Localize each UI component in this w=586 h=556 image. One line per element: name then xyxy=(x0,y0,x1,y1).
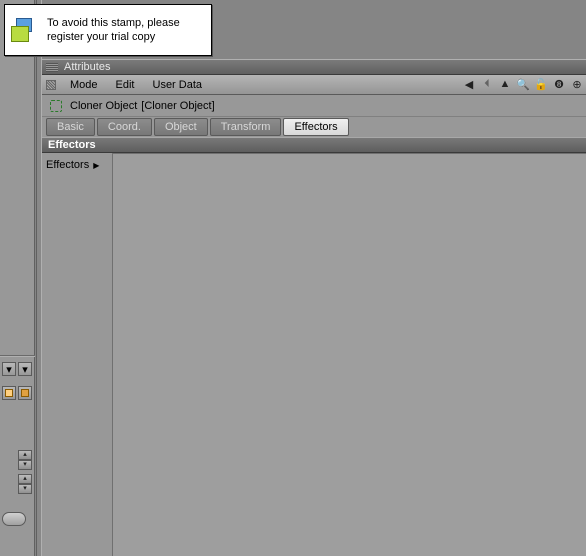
grip-icon xyxy=(46,63,58,72)
sidebar-tool-row-2 xyxy=(2,386,32,400)
left-sidebar: ▾ ▾ ▴▾ ▴▾ xyxy=(0,0,35,556)
panel-toolbar: ◀ ⏴ ▲ 🔍 🔓 ❽ ⊕ xyxy=(462,77,584,91)
tooltip-line1: To avoid this stamp, please xyxy=(47,16,180,30)
label-column: Effectors ▶ xyxy=(42,153,112,556)
sidebar-tool-4[interactable] xyxy=(18,386,32,400)
object-name: [Cloner Object] xyxy=(141,100,214,112)
field-label-text: Effectors xyxy=(46,159,89,171)
nav-back-icon[interactable]: ◀ xyxy=(462,77,476,91)
effectors-drop-area[interactable] xyxy=(112,153,586,556)
stamp-icon xyxy=(11,16,39,44)
tab-coord[interactable]: Coord. xyxy=(97,118,152,136)
sidebar-tool-row-1: ▾ ▾ xyxy=(2,362,32,376)
tab-effectors[interactable]: Effectors xyxy=(283,118,348,136)
tooltip-line2: register your trial copy xyxy=(47,30,180,44)
menu-mode[interactable]: Mode xyxy=(62,77,106,93)
tooltip-text: To avoid this stamp, please register you… xyxy=(47,16,180,44)
field-effectors-label: Effectors ▶ xyxy=(46,159,108,171)
spinner-2[interactable]: ▴▾ xyxy=(18,474,32,494)
tabs-row: Basic Coord. Object Transform Effectors xyxy=(42,117,586,137)
lock-icon[interactable]: 🔓 xyxy=(534,77,548,91)
panel-title: Attributes xyxy=(64,61,110,73)
menu-edit[interactable]: Edit xyxy=(108,77,143,93)
object-header: Cloner Object [Cloner Object] xyxy=(42,95,586,117)
menubar-grip-icon xyxy=(46,80,56,90)
history-icon[interactable]: ❽ xyxy=(552,77,566,91)
sidebar-tool-2[interactable]: ▾ xyxy=(18,362,32,376)
sidebar-divider xyxy=(0,355,35,357)
section-body: Effectors ▶ xyxy=(42,153,586,556)
panel-menubar: Mode Edit User Data ◀ ⏴ ▲ 🔍 🔓 ❽ ⊕ xyxy=(42,75,586,95)
nav-up-icon[interactable]: ▲ xyxy=(498,77,512,91)
tab-basic[interactable]: Basic xyxy=(46,118,95,136)
cloner-icon xyxy=(48,98,64,114)
chevron-right-icon[interactable]: ▶ xyxy=(93,161,99,170)
panel-titlebar[interactable]: Attributes xyxy=(42,59,586,75)
attributes-panel: Attributes Mode Edit User Data ◀ ⏴ ▲ 🔍 🔓… xyxy=(42,59,586,556)
section-header: Effectors xyxy=(42,137,586,153)
sidebar-tool-1[interactable]: ▾ xyxy=(2,362,16,376)
tab-transform[interactable]: Transform xyxy=(210,118,282,136)
menu-user-data[interactable]: User Data xyxy=(145,77,211,93)
object-type: Cloner Object xyxy=(70,100,137,112)
add-icon[interactable]: ⊕ xyxy=(570,77,584,91)
trial-stamp-tooltip: To avoid this stamp, please register you… xyxy=(4,4,212,56)
sidebar-tool-3[interactable] xyxy=(2,386,16,400)
tab-object[interactable]: Object xyxy=(154,118,208,136)
sidebar-pill[interactable] xyxy=(2,512,26,526)
search-icon[interactable]: 🔍 xyxy=(516,77,530,91)
spinner-1[interactable]: ▴▾ xyxy=(18,450,32,470)
nav-fwd-icon[interactable]: ⏴ xyxy=(480,77,494,91)
